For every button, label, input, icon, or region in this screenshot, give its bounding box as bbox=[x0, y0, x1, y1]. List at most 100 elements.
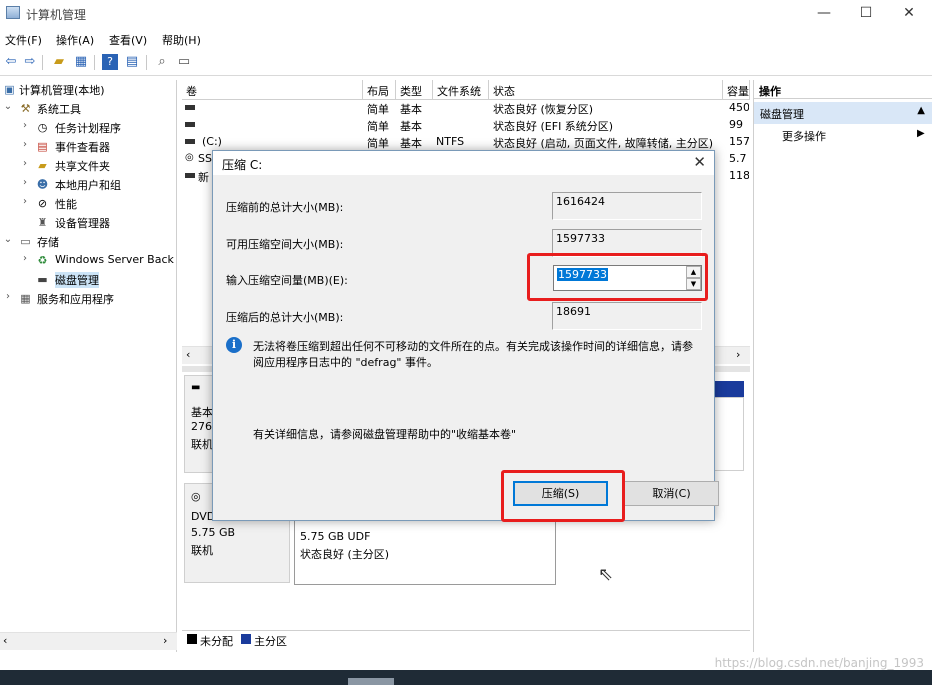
table-row[interactable]: 简单 基本 状态良好 (恢复分区) 450 bbox=[182, 100, 750, 117]
chevron-right-icon[interactable]: › bbox=[20, 253, 30, 264]
help-text: 有关详细信息，请参阅磁盘管理帮助中的"收缩基本卷" bbox=[253, 428, 517, 441]
tree-item-performance[interactable]: › ⊘ 性能 bbox=[0, 194, 177, 213]
chevron-right-icon[interactable]: › bbox=[20, 177, 30, 188]
disk-management-icon: ▬ bbox=[37, 273, 48, 286]
tree-item-windows-server-backup[interactable]: › ♻ Windows Server Back bbox=[0, 251, 177, 270]
clock-icon: ◷ bbox=[37, 121, 48, 134]
tree-item-device-manager[interactable]: ♜ 设备管理器 bbox=[0, 213, 177, 232]
shrink-amount-label: 输入压缩空间量(MB)(E): bbox=[226, 274, 348, 287]
optical-drive-icon: ◎ bbox=[185, 152, 194, 163]
chevron-right-icon[interactable]: › bbox=[3, 291, 13, 302]
menu-bar: 文件(F) 操作(A) 查看(V) 帮助(H) bbox=[0, 29, 932, 49]
chevron-right-icon[interactable]: › bbox=[20, 158, 30, 169]
table-row[interactable]: (C:) 简单 基本 NTFS 状态良好 (启动, 页面文件, 故障转储, 主分… bbox=[182, 134, 750, 151]
column-status[interactable]: 状态 bbox=[489, 80, 723, 100]
column-layout[interactable]: 布局 bbox=[363, 80, 396, 100]
watermark: https://blog.csdn.net/banjing_1993 bbox=[714, 656, 924, 670]
table-row[interactable]: 简单 基本 状态良好 (EFI 系统分区) 99 bbox=[182, 117, 750, 134]
tree-item-shared-folders[interactable]: › ▰ 共享文件夹 bbox=[0, 156, 177, 175]
connect-icon[interactable]: ⌕ bbox=[154, 54, 170, 70]
scroll-left-icon[interactable]: ‹ bbox=[3, 634, 7, 647]
show-tree-icon[interactable]: ▦ bbox=[73, 54, 89, 70]
menu-help[interactable]: 帮助(H) bbox=[162, 32, 201, 48]
dvd-partition[interactable]: 5.75 GB UDF 状态良好 (主分区) bbox=[294, 519, 556, 585]
scroll-right-icon[interactable]: › bbox=[736, 348, 740, 361]
column-filesystem[interactable]: 文件系统 bbox=[433, 80, 489, 100]
info-text: 无法将卷压缩到超出任何不可移动的文件所在的点。有关完成该操作时间的详细信息，请参… bbox=[253, 340, 693, 369]
legend-unallocated-swatch bbox=[187, 634, 197, 644]
partition-block[interactable] bbox=[713, 397, 744, 471]
toolbar: ⇦ ⇨ ▰ ▦ ? ▤ ⌕ ▭ bbox=[0, 50, 932, 76]
mouse-cursor-icon: ⇖ bbox=[598, 564, 614, 585]
title-bar[interactable]: 计算机管理 — ☐ ✕ bbox=[0, 0, 932, 28]
submenu-arrow-icon[interactable]: ▶ bbox=[917, 128, 925, 139]
window-title: 计算机管理 bbox=[26, 8, 87, 22]
disk-icon: ▬ bbox=[191, 382, 201, 393]
available-space-label: 可用压缩空间大小(MB): bbox=[226, 238, 344, 251]
volume-drive-icon bbox=[185, 173, 195, 178]
tree-item-task-scheduler[interactable]: › ◷ 任务计划程序 bbox=[0, 118, 177, 137]
volume-list-header: 卷 布局 类型 文件系统 状态 容量 bbox=[182, 80, 750, 100]
event-log-icon: ▤ bbox=[37, 140, 48, 153]
computer-icon: ▣ bbox=[4, 83, 15, 96]
scroll-left-icon[interactable]: ‹ bbox=[186, 348, 190, 361]
back-arrow-icon[interactable]: ⇦ bbox=[3, 54, 19, 70]
navigation-tree[interactable]: ▣ 计算机管理(本地) ⌄ ⚒ 系统工具 › ◷ 任务计划程序 › ▤ 事件查看… bbox=[0, 80, 177, 652]
tree-item-storage[interactable]: ⌄ ▭ 存储 bbox=[0, 232, 177, 251]
column-type[interactable]: 类型 bbox=[396, 80, 433, 100]
toolbar-separator bbox=[94, 55, 95, 70]
shrink-dialog: 压缩 C: ✕ 压缩前的总计大小(MB): 1616424 可用压缩空间大小(M… bbox=[212, 150, 719, 521]
highlight-shrink-amount bbox=[527, 253, 708, 301]
legend-primary-swatch bbox=[241, 634, 251, 644]
properties-icon[interactable]: ▤ bbox=[124, 54, 140, 70]
size-before-value: 1616424 bbox=[552, 192, 702, 220]
storage-icon: ▭ bbox=[20, 235, 31, 248]
forward-arrow-icon[interactable]: ⇨ bbox=[22, 54, 38, 70]
help-icon[interactable]: ? bbox=[102, 54, 118, 70]
chevron-right-icon[interactable]: › bbox=[20, 120, 30, 131]
chevron-down-icon[interactable]: ⌄ bbox=[3, 234, 13, 245]
size-before-label: 压缩前的总计大小(MB): bbox=[226, 201, 344, 214]
menu-action[interactable]: 操作(A) bbox=[56, 32, 94, 48]
column-capacity[interactable]: 容量 bbox=[723, 80, 750, 100]
collapse-up-icon[interactable]: ▲ bbox=[917, 105, 925, 116]
actions-pane: 操作 磁盘管理 ▲ 更多操作 ▶ bbox=[753, 80, 932, 652]
tree-item-system-tools[interactable]: ⌄ ⚒ 系统工具 bbox=[0, 99, 177, 118]
scroll-right-icon[interactable]: › bbox=[163, 634, 167, 647]
tree-item-local-users[interactable]: › ☻ 本地用户和组 bbox=[0, 175, 177, 194]
taskbar-indicator bbox=[348, 678, 394, 685]
actions-section-disk-management[interactable]: 磁盘管理 ▲ bbox=[754, 102, 932, 124]
computer-management-icon bbox=[6, 6, 20, 19]
up-folder-icon[interactable]: ▰ bbox=[51, 54, 67, 70]
optical-drive-icon: ◎ bbox=[191, 490, 201, 503]
column-volume[interactable]: 卷 bbox=[182, 80, 363, 100]
tree-item-root[interactable]: ▣ 计算机管理(本地) bbox=[0, 80, 177, 99]
more-actions-item[interactable]: 更多操作 bbox=[782, 128, 826, 144]
minimize-button[interactable]: — bbox=[801, 0, 847, 28]
device-manager-icon: ♜ bbox=[37, 216, 48, 229]
volume-drive-icon bbox=[185, 139, 195, 144]
list-view-icon[interactable]: ▭ bbox=[176, 54, 192, 70]
dialog-title-bar[interactable]: 压缩 C: ✕ bbox=[213, 151, 714, 175]
volume-drive-icon bbox=[185, 122, 195, 127]
tree-item-disk-management[interactable]: ▬ 磁盘管理 bbox=[0, 270, 177, 289]
close-button[interactable]: ✕ bbox=[886, 0, 932, 28]
size-after-label: 压缩后的总计大小(MB): bbox=[226, 311, 344, 324]
menu-view[interactable]: 查看(V) bbox=[109, 32, 147, 48]
volume-drive-icon bbox=[185, 105, 195, 110]
users-icon: ☻ bbox=[36, 178, 49, 191]
tree-horizontal-scrollbar[interactable]: ‹ › bbox=[0, 632, 177, 650]
maximize-button[interactable]: ☐ bbox=[843, 0, 889, 28]
tree-item-services-apps[interactable]: › ▦ 服务和应用程序 bbox=[0, 289, 177, 308]
services-icon: ▦ bbox=[20, 292, 31, 305]
dialog-title: 压缩 C: bbox=[222, 158, 263, 172]
toolbar-separator bbox=[146, 55, 147, 70]
menu-file[interactable]: 文件(F) bbox=[5, 32, 42, 48]
cancel-button[interactable]: 取消(C) bbox=[624, 481, 719, 506]
chevron-right-icon[interactable]: › bbox=[20, 139, 30, 150]
chevron-down-icon[interactable]: ⌄ bbox=[3, 101, 13, 112]
shared-folder-icon: ▰ bbox=[38, 159, 47, 172]
tree-item-event-viewer[interactable]: › ▤ 事件查看器 bbox=[0, 137, 177, 156]
dialog-close-icon[interactable]: ✕ bbox=[693, 153, 706, 171]
chevron-right-icon[interactable]: › bbox=[20, 196, 30, 207]
